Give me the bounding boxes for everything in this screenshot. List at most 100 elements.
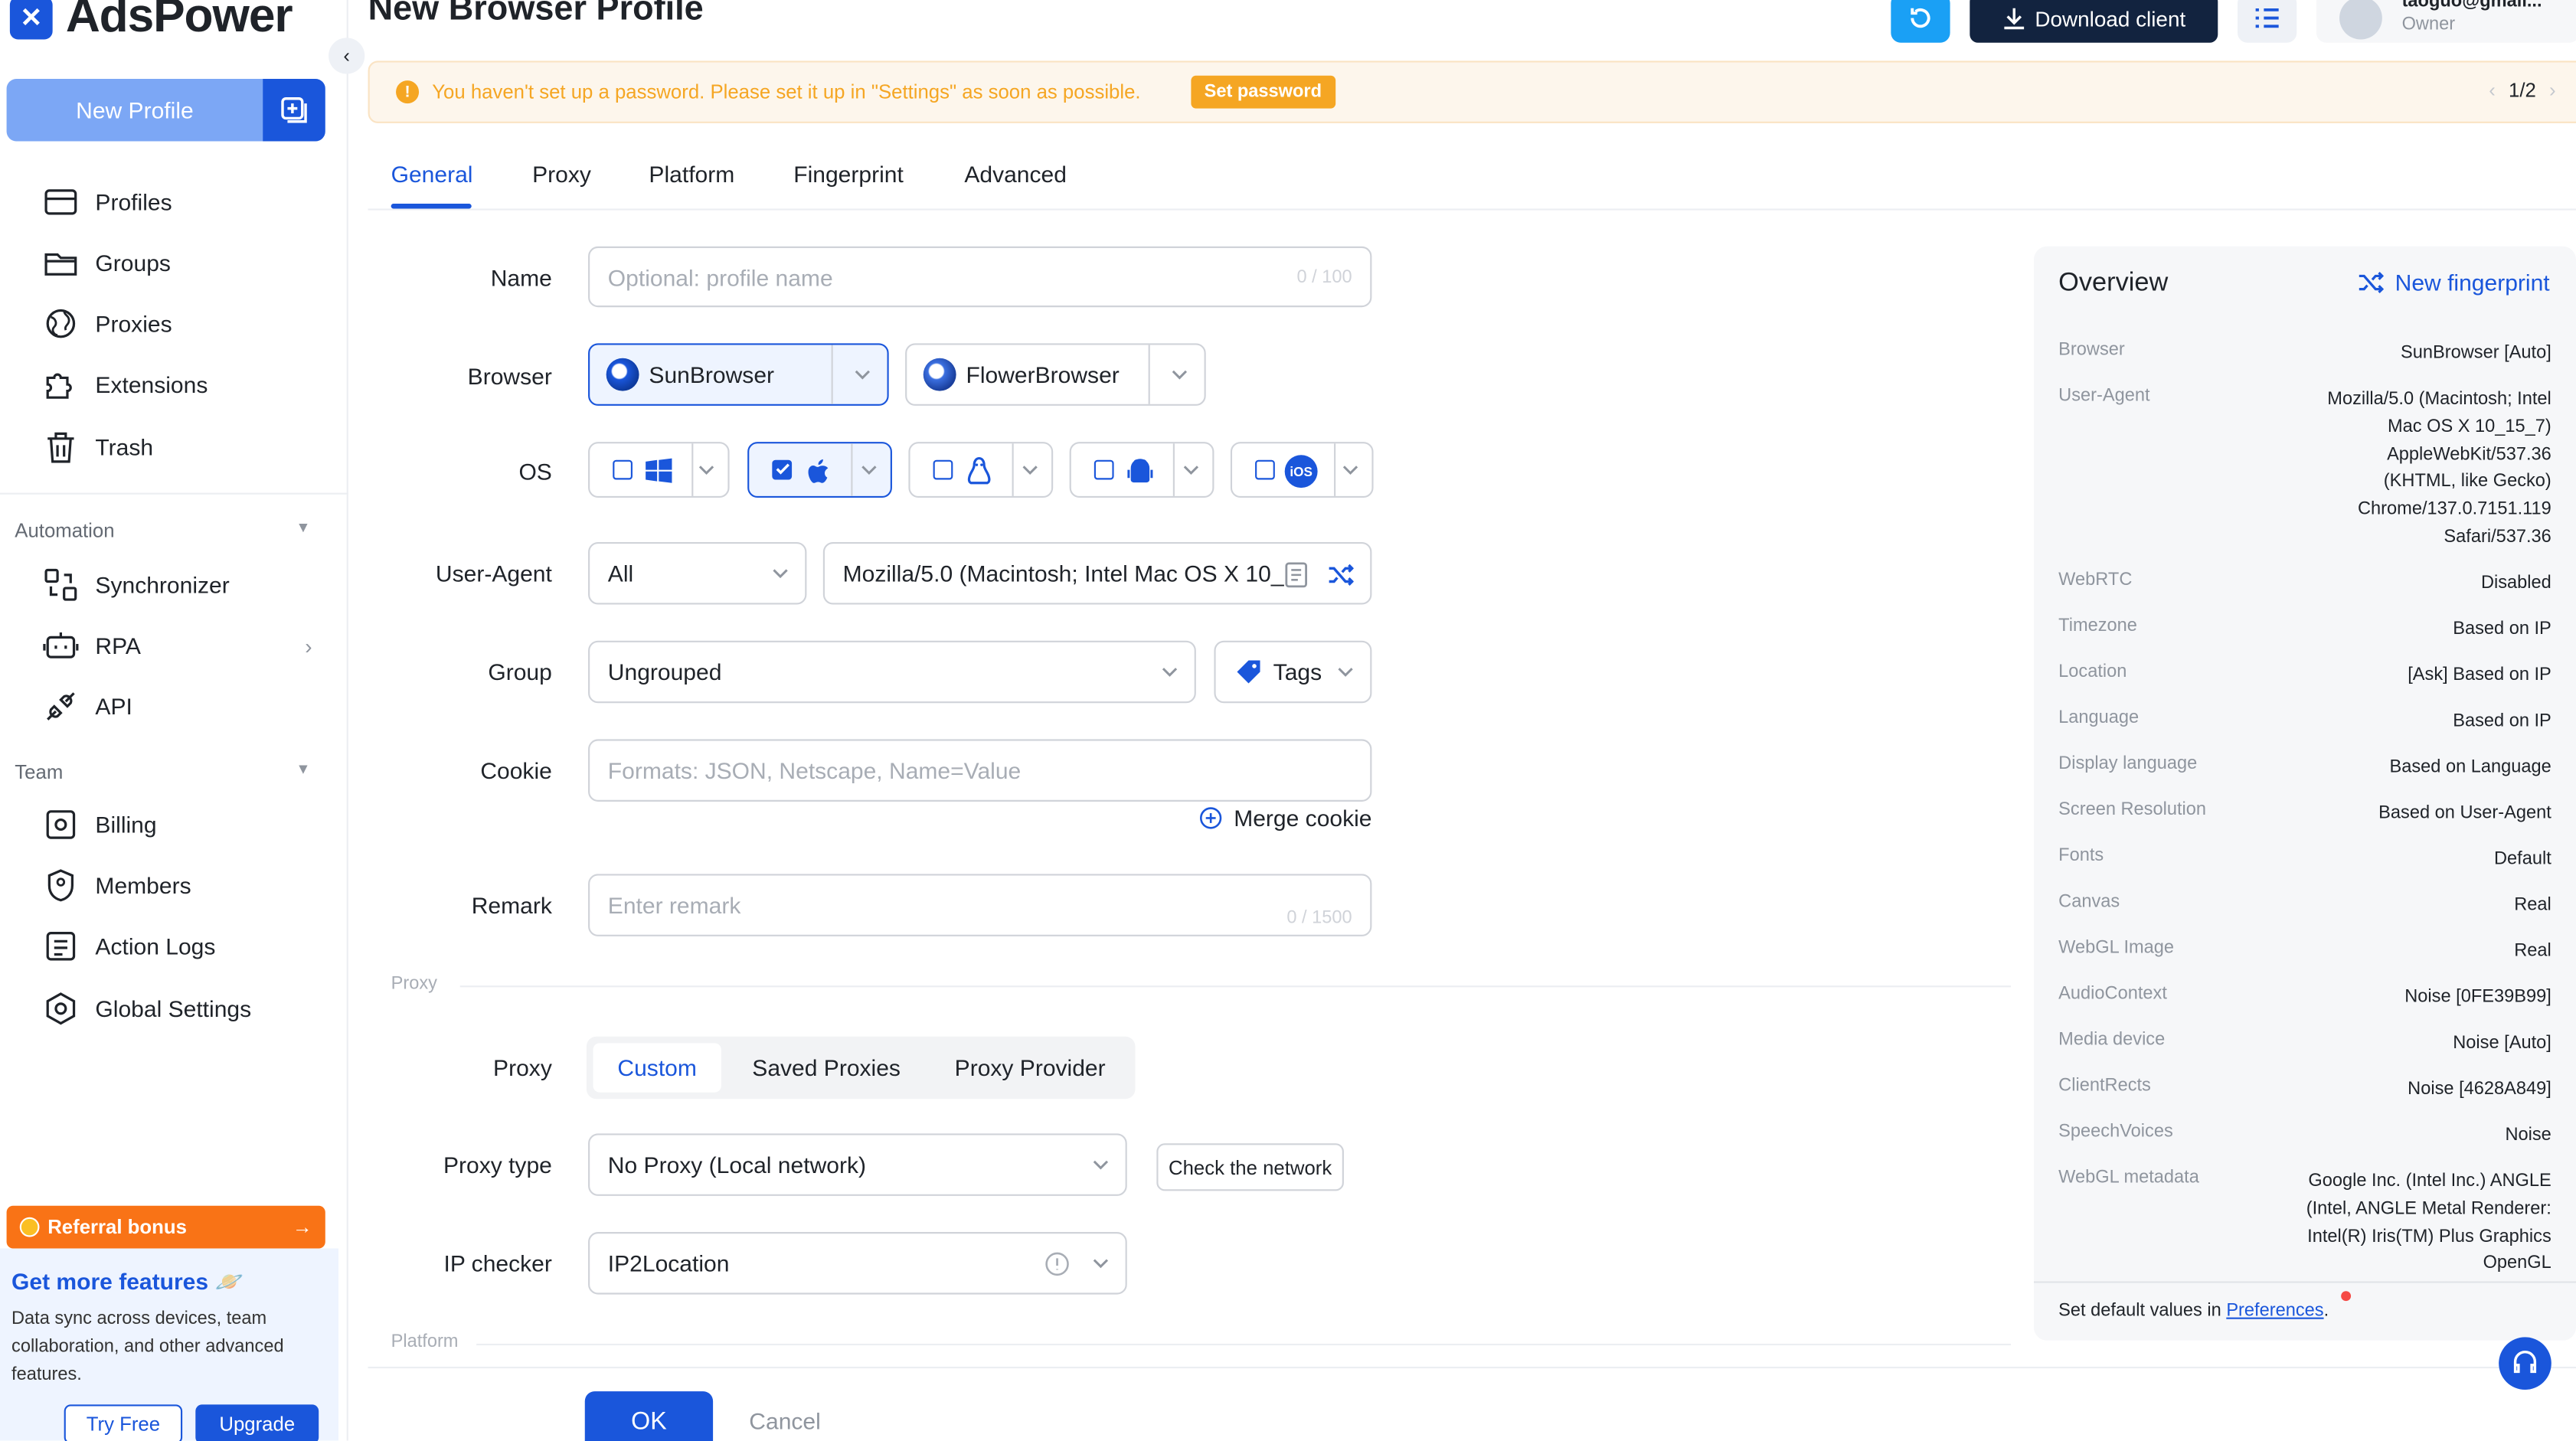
sidebar-item-rpa[interactable]: RPA › [43,626,312,665]
chevron-down-icon[interactable] [1342,462,1358,478]
user-agent-input[interactable]: Mozilla/5.0 (Macintosh; Intel Mac OS X 1… [822,541,1372,605]
try-free-button[interactable]: Try Free [64,1404,183,1441]
overview-key: Display language [2058,753,2198,774]
tab-fingerprint[interactable]: Fingerprint [793,161,904,187]
tab-advanced[interactable]: Advanced [964,161,1067,187]
tags-label: Tags [1273,658,1322,685]
sidebar-item-api[interactable]: API [43,687,132,726]
add-profile-icon[interactable] [263,78,325,142]
sidebar-item-members[interactable]: Members [43,866,191,905]
coin-icon [19,1217,40,1237]
os-checkbox[interactable] [1255,459,1275,480]
task-list-button[interactable] [2238,0,2297,43]
chevron-down-icon[interactable] [861,462,877,478]
pager-count: 1/2 [2509,78,2536,103]
app-logo[interactable]: ✕ AdsPower [9,0,293,44]
info-icon[interactable] [1044,1252,1069,1276]
chevron-down-icon[interactable] [1172,366,1188,382]
new-profile-button[interactable]: New Profile [6,78,325,142]
sidebar-item-action-logs[interactable]: Action Logs [43,926,215,966]
preferences-link[interactable]: Preferences [2226,1301,2323,1321]
sidebar-item-synchronizer[interactable]: Synchronizer [43,565,230,604]
apple-icon [808,459,829,483]
shuffle-icon[interactable] [1327,562,1354,588]
tab-platform[interactable]: Platform [649,161,734,187]
merge-cookie-button[interactable]: Merge cookie [1199,805,1372,832]
os-option-linux[interactable] [908,442,1054,498]
chevron-down-icon[interactable] [1022,462,1038,478]
prev-icon[interactable]: ‹ [2489,79,2496,102]
os-checkbox[interactable] [1093,459,1114,480]
user-email: taoguo@gmail... [2401,0,2542,12]
overview-value: Based on IP [2453,619,2551,639]
os-option-ios[interactable]: iOS [1230,442,1374,498]
sidebar-item-billing[interactable]: Billing [43,805,157,844]
name-input[interactable]: Optional: profile name 0 / 100 [588,246,1372,308]
cookie-input[interactable]: Formats: JSON, Netscape, Name=Value [588,739,1372,802]
android-icon [1127,459,1153,483]
flowerbrowser-icon [923,358,956,391]
document-icon[interactable] [1285,562,1308,588]
check-network-button[interactable]: Check the network [1156,1143,1344,1191]
os-option-macos[interactable] [747,442,892,498]
tab-proxy[interactable]: Proxy [532,161,591,187]
browser-option-label: FlowerBrowser [966,361,1120,388]
tab-general[interactable]: General [391,161,473,187]
overview-value: Real [2514,941,2551,962]
proxy-mode-custom[interactable]: Custom [593,1043,721,1093]
chevron-down-icon[interactable] [855,366,871,382]
sidebar-item-proxies[interactable]: Proxies [43,304,172,343]
remark-input[interactable]: Enter remark 0 / 1500 [588,874,1372,936]
cancel-button[interactable]: Cancel [749,1408,821,1434]
chevron-down-icon[interactable] [698,462,714,478]
proxy-mode-saved[interactable]: Saved Proxies [734,1043,918,1092]
proxy-mode-provider[interactable]: Proxy Provider [931,1043,1128,1092]
sidebar-item-global-settings[interactable]: Global Settings [43,989,251,1028]
overview-value: Noise [2505,1125,2551,1145]
sidebar-item-extensions[interactable]: Extensions [43,364,208,404]
referral-bonus-bar[interactable]: Referral bonus → [6,1205,325,1249]
os-option-windows[interactable] [588,442,730,498]
sidebar-item-trash[interactable]: Trash [43,427,153,466]
ua-select-value: All [607,560,634,587]
automation-section-header[interactable]: Automation ▼ [15,519,310,542]
collapse-sidebar-button[interactable]: ‹ [329,38,365,74]
tags-select[interactable]: Tags [1214,640,1372,704]
sidebar-item-groups[interactable]: Groups [43,243,171,283]
ip-checker-select[interactable]: IP2Location [588,1232,1127,1295]
sidebar-item-profiles[interactable]: Profiles [43,182,172,221]
user-menu[interactable]: taoguo@gmail... Owner [2316,0,2576,43]
section-divider [476,1343,2011,1346]
user-agent-select[interactable]: All [588,541,807,605]
os-option-android[interactable] [1069,442,1214,498]
overview-key: Screen Resolution [2058,799,2207,820]
chevron-down-icon [773,569,788,579]
promo-title: Get more features 🪐 [11,1268,244,1296]
user-role: Owner [2401,15,2456,35]
download-client-button[interactable]: Download client [1970,0,2218,43]
sync-button[interactable] [1891,0,1950,43]
support-chat-button[interactable] [2499,1337,2551,1390]
set-password-button[interactable]: Set password [1191,75,1335,109]
proxy-type-select[interactable]: No Proxy (Local network) [588,1133,1127,1196]
os-checkbox-checked[interactable] [772,459,793,480]
promo-card: Get more features 🪐 Data sync across dev… [0,1248,338,1441]
globe-icon [46,309,76,338]
ok-button[interactable]: OK [584,1391,714,1441]
browser-option-flowerbrowser[interactable]: FlowerBrowser [905,343,1206,406]
overview-value: Disabled [2480,573,2551,593]
team-section-header[interactable]: Team ▼ [15,760,310,783]
puzzle-icon [46,373,72,399]
os-checkbox[interactable] [613,459,633,480]
upgrade-button[interactable]: Upgrade [195,1404,319,1441]
browser-option-sunbrowser[interactable]: SunBrowser [588,343,889,406]
overview-value: Real [2514,895,2551,915]
next-icon[interactable]: › [2549,79,2556,102]
chevron-down-icon[interactable] [1183,462,1199,478]
new-fingerprint-button[interactable]: New fingerprint [2357,270,2550,296]
group-select[interactable]: Ungrouped [588,640,1196,704]
proxy-type-value: No Proxy (Local network) [607,1151,866,1178]
sidebar-item-label: Synchronizer [95,571,230,598]
cookie-placeholder: Formats: JSON, Netscape, Name=Value [607,757,1022,784]
os-checkbox[interactable] [933,459,953,480]
